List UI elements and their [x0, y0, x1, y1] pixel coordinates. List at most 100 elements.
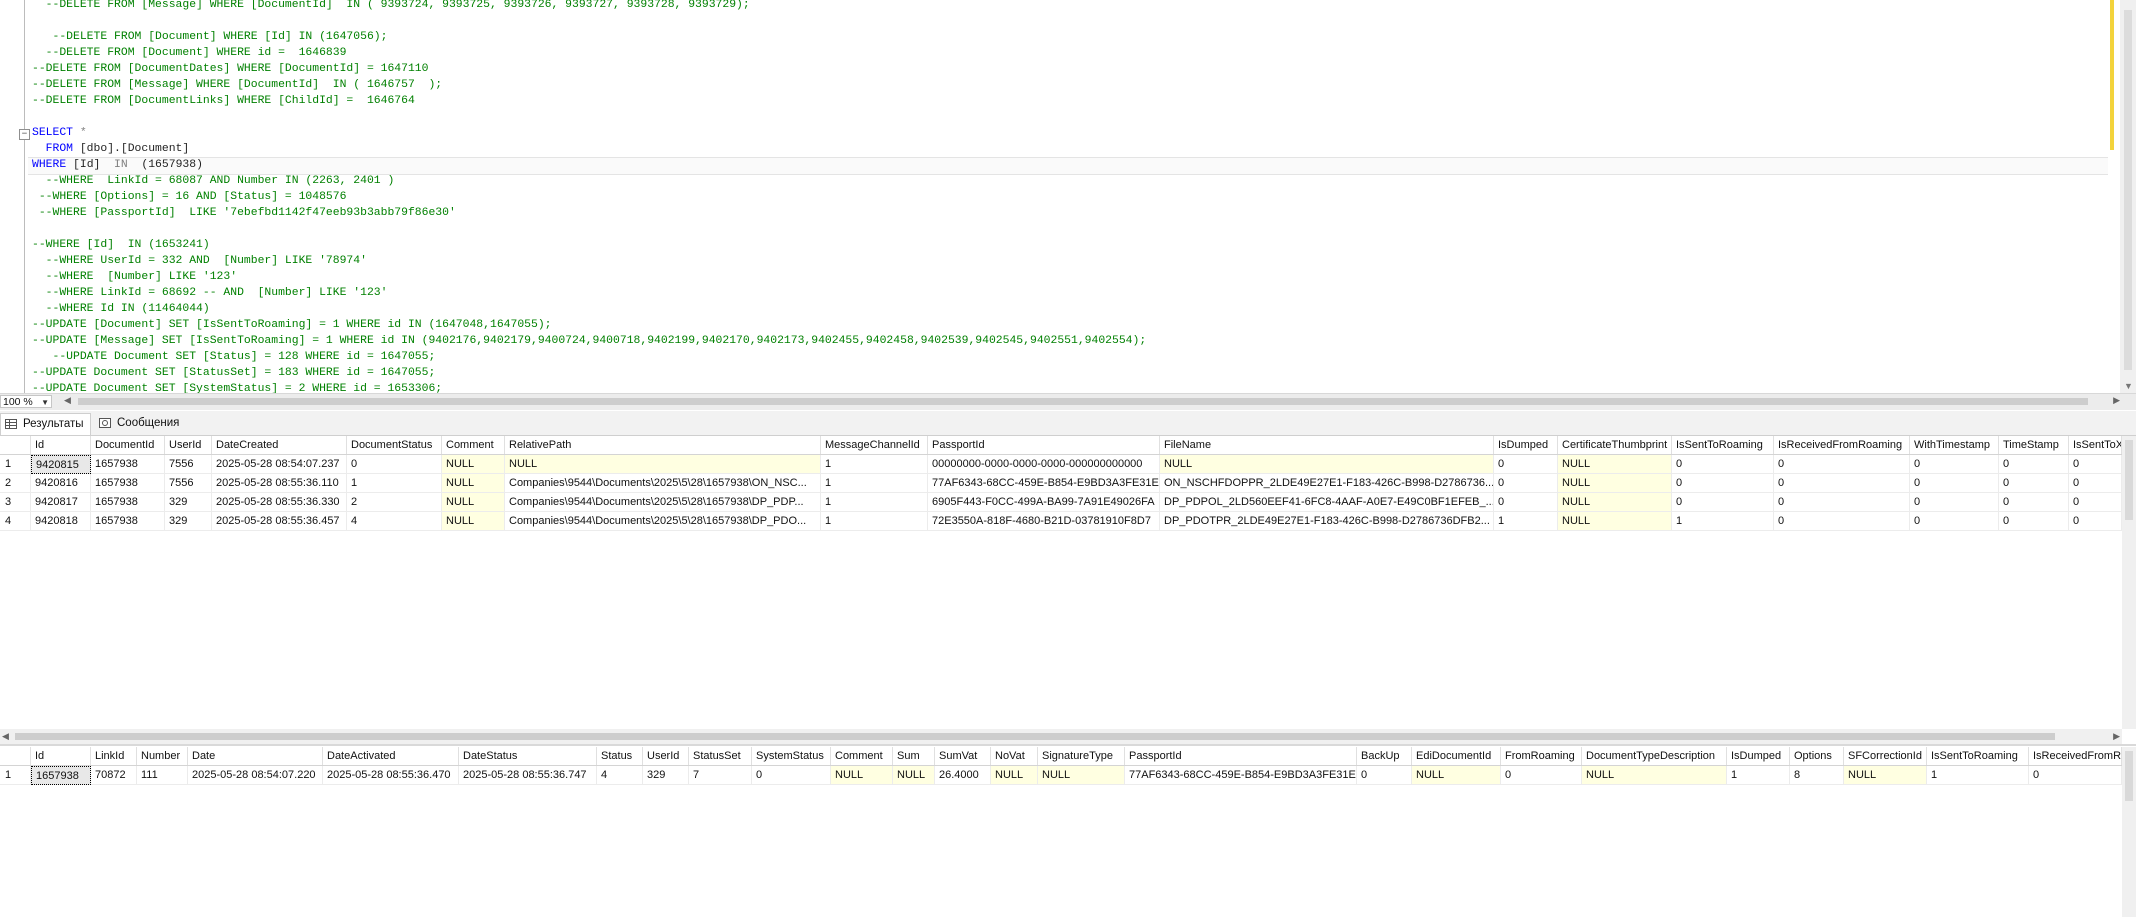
- table-cell[interactable]: 0: [1774, 512, 1910, 531]
- column-header[interactable]: TimeStamp: [1999, 436, 2069, 454]
- table-cell[interactable]: 0: [347, 455, 442, 474]
- column-header[interactable]: IsReceivedFromRoa: [2029, 747, 2122, 765]
- table-cell[interactable]: 1: [821, 455, 928, 474]
- column-header[interactable]: IsSentToRoaming: [1927, 747, 2029, 765]
- column-header[interactable]: SignatureType: [1038, 747, 1125, 765]
- code-line[interactable]: --DELETE FROM [DocumentLinks] WHERE [Chi…: [32, 93, 415, 109]
- table-cell[interactable]: 0: [1774, 474, 1910, 493]
- table-cell[interactable]: 1: [821, 493, 928, 512]
- table-cell[interactable]: 1: [347, 474, 442, 493]
- table-cell[interactable]: 0: [2069, 512, 2122, 531]
- scroll-thumb[interactable]: [78, 398, 2088, 405]
- table-cell[interactable]: NULL: [831, 766, 893, 785]
- table-cell[interactable]: 329: [165, 493, 212, 512]
- column-header[interactable]: StatusSet: [689, 747, 752, 765]
- table-cell[interactable]: NULL: [1412, 766, 1501, 785]
- column-header[interactable]: DocumentStatus: [347, 436, 442, 454]
- scroll-arrow-icon[interactable]: ▶: [2113, 395, 2120, 406]
- table-cell[interactable]: 1: [1672, 512, 1774, 531]
- table-cell[interactable]: ON_NSCHFDOPPR_2LDE49E27E1-F183-426C-B998…: [1160, 474, 1494, 493]
- table-cell[interactable]: 0: [752, 766, 831, 785]
- tab-messages[interactable]: Сообщения: [95, 413, 185, 434]
- grid2-vertical-scrollbar[interactable]: [2122, 747, 2136, 917]
- code-line[interactable]: --DELETE FROM [Document] WHERE id = 1646…: [32, 45, 347, 61]
- table-cell[interactable]: 0: [1910, 474, 1999, 493]
- table-cell[interactable]: 2025-05-28 08:54:07.237: [212, 455, 347, 474]
- table-cell[interactable]: 26.4000: [935, 766, 991, 785]
- row-number[interactable]: 1: [0, 766, 31, 785]
- collapse-minus-icon[interactable]: −: [19, 129, 30, 140]
- table-cell[interactable]: 1657938: [91, 493, 165, 512]
- tab-results[interactable]: Результаты: [0, 413, 91, 435]
- column-header[interactable]: MessageChannelId: [821, 436, 928, 454]
- table-cell[interactable]: NULL: [1558, 455, 1672, 474]
- table-cell[interactable]: 2025-05-28 08:55:36.457: [212, 512, 347, 531]
- table-cell[interactable]: 329: [165, 512, 212, 531]
- column-header[interactable]: IsSentToRoaming: [1672, 436, 1774, 454]
- column-header[interactable]: Date: [188, 747, 323, 765]
- table-cell[interactable]: 9420816: [31, 474, 91, 493]
- query-editor[interactable]: − --DELETE FROM [Message] WHERE [Documen…: [0, 0, 2136, 393]
- table-cell[interactable]: 00000000-0000-0000-0000-000000000000: [928, 455, 1160, 474]
- table-cell[interactable]: 7556: [165, 455, 212, 474]
- column-header[interactable]: Options: [1790, 747, 1844, 765]
- row-number[interactable]: 1: [0, 455, 31, 474]
- code-line[interactable]: --WHERE LinkId = 68087 AND Number IN (22…: [32, 173, 395, 189]
- code-line[interactable]: --WHERE UserId = 332 AND [Number] LIKE '…: [32, 253, 367, 269]
- table-cell[interactable]: 111: [137, 766, 188, 785]
- table-cell[interactable]: 2025-05-28 08:55:36.330: [212, 493, 347, 512]
- column-header[interactable]: IsReceivedFromRoaming: [1774, 436, 1910, 454]
- column-header[interactable]: Id: [31, 747, 91, 765]
- table-cell[interactable]: 1657938: [31, 766, 91, 785]
- results-grid-document[interactable]: Id DocumentId UserId DateCreated Documen…: [0, 436, 2122, 729]
- table-cell[interactable]: NULL: [1558, 493, 1672, 512]
- row-number[interactable]: 2: [0, 474, 31, 493]
- scroll-thumb[interactable]: [2125, 440, 2133, 520]
- table-cell[interactable]: NULL: [505, 455, 821, 474]
- scroll-arrow-icon[interactable]: ▶: [2113, 731, 2120, 742]
- column-header[interactable]: UserId: [165, 436, 212, 454]
- column-header[interactable]: PassportId: [1125, 747, 1357, 765]
- table-cell[interactable]: 77AF6343-68CC-459E-B854-E9BD3A3FE31E: [928, 474, 1160, 493]
- table-row[interactable]: 4 9420818 1657938 329 2025-05-28 08:55:36.45…: [0, 512, 2122, 531]
- code-line[interactable]: --WHERE [Options] = 16 AND [Status] = 10…: [32, 189, 347, 205]
- code-line[interactable]: --UPDATE Document SET [SystemStatus] = 2…: [32, 381, 442, 393]
- dropdown-chevron-icon[interactable]: ▼: [41, 396, 49, 409]
- column-header[interactable]: DateActivated: [323, 747, 459, 765]
- table-cell[interactable]: 0: [1999, 474, 2069, 493]
- column-header[interactable]: IsSentToX5: [2069, 436, 2122, 454]
- column-header[interactable]: UserId: [643, 747, 689, 765]
- table-cell[interactable]: 2: [347, 493, 442, 512]
- column-header[interactable]: FromRoaming: [1501, 747, 1582, 765]
- column-header[interactable]: SystemStatus: [752, 747, 831, 765]
- code-line[interactable]: --WHERE [Number] LIKE '123': [32, 269, 237, 285]
- table-cell[interactable]: 0: [1494, 455, 1558, 474]
- column-header[interactable]: Comment: [442, 436, 505, 454]
- table-cell[interactable]: 0: [1672, 474, 1774, 493]
- column-header[interactable]: RelativePath: [505, 436, 821, 454]
- table-cell[interactable]: NULL: [442, 512, 505, 531]
- table-row[interactable]: 3 9420817 1657938 329 2025-05-28 08:55:36.33…: [0, 493, 2122, 512]
- code-line[interactable]: --DELETE FROM [Message] WHERE [DocumentI…: [32, 77, 442, 93]
- column-header[interactable]: PassportId: [928, 436, 1160, 454]
- table-cell[interactable]: 0: [1910, 512, 1999, 531]
- table-cell[interactable]: NULL: [1582, 766, 1727, 785]
- zoom-select[interactable]: 100 % ▼: [0, 395, 52, 408]
- table-cell[interactable]: 9420815: [31, 455, 91, 474]
- table-cell[interactable]: 4: [597, 766, 643, 785]
- column-header[interactable]: BackUp: [1357, 747, 1412, 765]
- select-line[interactable]: SELECT *: [32, 125, 87, 141]
- column-header[interactable]: FileName: [1160, 436, 1494, 454]
- table-cell[interactable]: 2025-05-28 08:55:36.470: [323, 766, 459, 785]
- table-cell[interactable]: 70872: [91, 766, 137, 785]
- table-cell[interactable]: 1: [821, 512, 928, 531]
- table-cell[interactable]: 0: [1357, 766, 1412, 785]
- column-header[interactable]: NoVat: [991, 747, 1038, 765]
- table-cell[interactable]: NULL: [442, 493, 505, 512]
- column-header[interactable]: DocumentId: [91, 436, 165, 454]
- table-cell[interactable]: 0: [1910, 493, 1999, 512]
- code-line[interactable]: --UPDATE [Document] SET [IsSentToRoaming…: [32, 317, 552, 333]
- code-line[interactable]: --UPDATE Document SET [StatusSet] = 183 …: [32, 365, 435, 381]
- table-cell[interactable]: 0: [1910, 455, 1999, 474]
- table-cell[interactable]: NULL: [893, 766, 935, 785]
